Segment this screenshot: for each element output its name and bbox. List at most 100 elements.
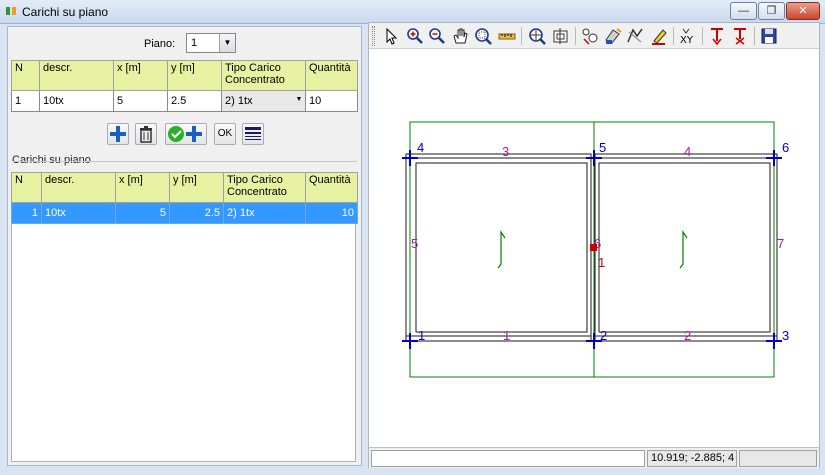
table-row[interactable]: 1 10tx 5 2.5 2) 1tx 10	[11, 202, 358, 224]
zoom-in-button[interactable]	[405, 26, 425, 46]
select-nodes-icon	[582, 28, 598, 45]
zoom-previous-button[interactable]	[551, 26, 571, 46]
select-nodes-button[interactable]	[580, 26, 600, 46]
pan-button[interactable]	[450, 26, 470, 46]
list-header-quantita: Quantità	[305, 172, 358, 203]
delete-button[interactable]	[135, 123, 157, 145]
piano-select[interactable]: 1 ▼	[186, 33, 236, 53]
confirm-add-button[interactable]	[165, 123, 207, 145]
zoom-window-icon	[475, 28, 492, 45]
pointer-button[interactable]	[381, 26, 401, 46]
zoom-previous-icon	[553, 28, 568, 44]
load-label: 1	[598, 255, 605, 270]
input-tipo-select[interactable]: 2) 1tx ▼	[221, 90, 306, 112]
loads-table: N descr. x [m] y [m] Tipo Carico Concent…	[11, 172, 358, 224]
highlight-button[interactable]	[649, 26, 669, 46]
node-label: 5	[599, 140, 606, 155]
svg-text:XY: XY	[680, 35, 694, 46]
minimize-button[interactable]: —	[730, 2, 757, 20]
fill-button[interactable]	[603, 26, 623, 46]
node-label: 1	[418, 328, 425, 343]
beam-label: 4	[684, 144, 691, 159]
load-star-icon	[734, 28, 746, 45]
col-header-x: x [m]	[113, 60, 168, 91]
zoom-window-button[interactable]	[473, 26, 493, 46]
zoom-in-icon	[407, 28, 423, 44]
axes-button[interactable]: XY	[678, 26, 698, 46]
piano-label: Piano:	[144, 38, 176, 50]
window-title: Carichi su piano	[22, 5, 109, 19]
ok-button[interactable]: OK	[214, 123, 236, 145]
measure-button[interactable]	[497, 26, 517, 46]
check-plus-icon	[168, 126, 202, 142]
line-style-button[interactable]	[242, 123, 264, 145]
close-button[interactable]: ✕	[786, 2, 820, 20]
save-button[interactable]	[759, 26, 779, 46]
maximize-button[interactable]: ❐	[758, 2, 785, 20]
drawing-toolbar: XY	[369, 23, 819, 49]
input-x[interactable]: 5	[113, 90, 168, 112]
col-header-n: N	[11, 60, 40, 91]
row-cell-x: 5	[115, 202, 170, 224]
status-coordinates: 10.919; -2.885; 4	[647, 450, 737, 467]
redraw-icon	[627, 28, 643, 43]
chevron-down-icon[interactable]: ▼	[294, 92, 304, 108]
row-cell-descr: 10tx	[41, 202, 116, 224]
status-extra	[739, 450, 817, 467]
piano-value: 1	[191, 37, 198, 49]
highlight-pen-icon	[652, 29, 667, 45]
structure-canvas[interactable]: 1 2 3 4 5 6 1 2 3 4 5 6 7 1	[369, 50, 819, 446]
row-cell-n: 1	[11, 202, 42, 224]
beam-label: 5	[411, 236, 418, 251]
list-header-x: x [m]	[115, 172, 170, 203]
input-descr[interactable]: 10tx	[39, 90, 114, 112]
row-cell-quantita: 10	[305, 202, 358, 224]
col-header-descr: descr.	[39, 60, 114, 91]
toolbar-separator	[521, 27, 522, 45]
plus-icon	[110, 126, 126, 142]
col-header-tipo: Tipo Carico Concentrato	[221, 60, 306, 91]
pointer-icon	[386, 27, 398, 45]
beam-label: 7	[777, 236, 784, 251]
concentrated-load-marker[interactable]	[590, 244, 597, 251]
drawing-panel: XY 1 2 3 4 5 6 1 2 3 4 5 6 7 1 10.919; -…	[368, 22, 820, 468]
toolbar-grip[interactable]	[372, 26, 375, 46]
node-label: 2	[600, 328, 607, 343]
list-header-y: y [m]	[169, 172, 224, 203]
fill-brush-icon	[605, 28, 622, 44]
title-bar: Carichi su piano — ❐ ✕	[0, 0, 825, 24]
list-group-label: Carichi su piano	[12, 154, 95, 166]
node-label: 6	[782, 140, 789, 155]
node-label: 4	[417, 140, 424, 155]
redraw-button[interactable]	[625, 26, 645, 46]
load-arrow-button[interactable]	[707, 26, 727, 46]
list-header-descr: descr.	[41, 172, 116, 203]
line-style-icon	[245, 127, 261, 140]
input-tipo-value: 2) 1tx	[225, 95, 253, 107]
list-header-n: N	[11, 172, 42, 203]
load-arrow-icon	[711, 28, 723, 46]
row-cell-y: 2.5	[169, 202, 224, 224]
load-input-table: N descr. x [m] y [m] Tipo Carico Concent…	[11, 60, 358, 112]
app-icon	[6, 7, 18, 15]
input-y[interactable]: 2.5	[167, 90, 222, 112]
zoom-out-icon	[429, 28, 445, 44]
load-star-button[interactable]	[730, 26, 750, 46]
chevron-down-icon[interactable]: ▼	[219, 34, 235, 52]
row-cell-tipo: 2) 1tx	[223, 202, 306, 224]
pan-hand-icon	[453, 28, 468, 44]
toolbar-separator	[575, 27, 576, 45]
input-quantita[interactable]: 10	[305, 90, 358, 112]
group-divider	[12, 161, 357, 162]
beam-label: 3	[502, 144, 509, 159]
save-icon	[761, 28, 777, 44]
toolbar-separator	[673, 27, 674, 45]
zoom-out-button[interactable]	[427, 26, 447, 46]
zoom-extents-button[interactable]	[527, 26, 547, 46]
axes-xy-icon: XY	[680, 28, 694, 46]
left-panel: Piano: 1 ▼ N descr. x [m] y [m] Tipo Car…	[7, 26, 362, 466]
toolbar-separator	[754, 27, 755, 45]
add-button[interactable]	[107, 123, 129, 145]
input-n[interactable]: 1	[11, 90, 40, 112]
node-label: 3	[782, 328, 789, 343]
